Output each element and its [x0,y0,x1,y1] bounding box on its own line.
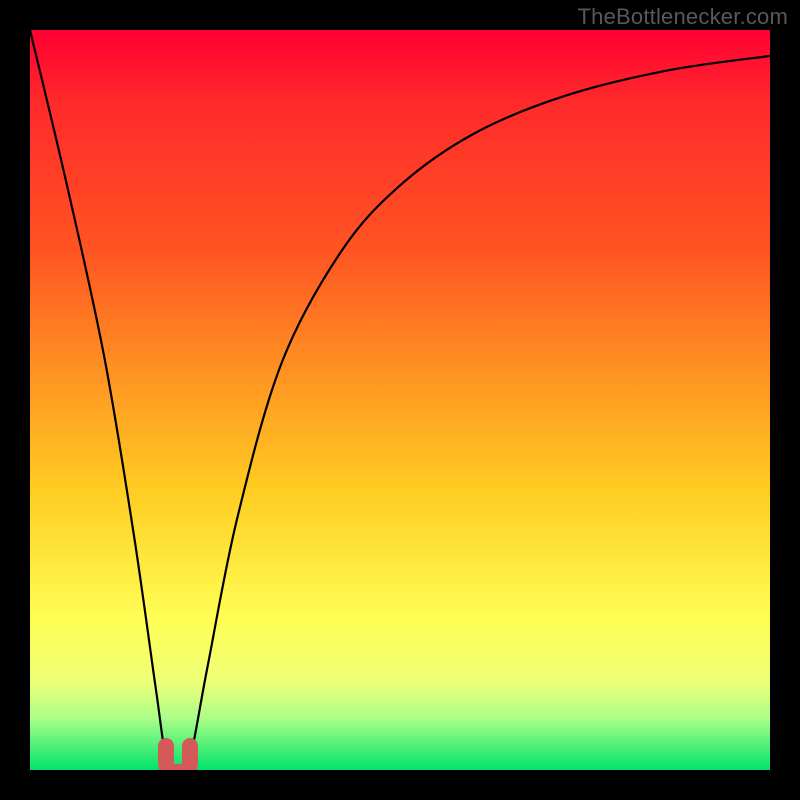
attribution-text: TheBottlenecker.com [578,4,788,30]
chart-frame: TheBottlenecker.com [0,0,800,800]
minimum-marker [166,746,190,770]
plot-area [30,30,770,770]
bottleneck-curve [30,30,770,770]
curve-svg [30,30,770,770]
